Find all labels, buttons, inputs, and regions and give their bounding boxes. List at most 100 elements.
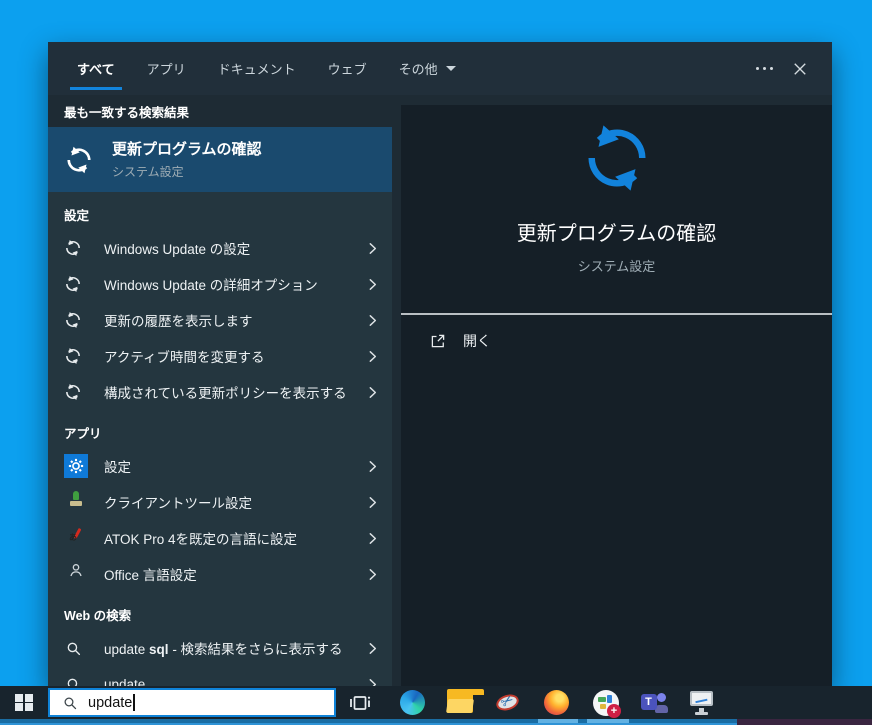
teams-icon: T xyxy=(640,691,668,715)
office-language-icon xyxy=(64,562,88,586)
tab-all-label: すべて xyxy=(77,62,115,77)
preview-title: 更新プログラムの確認 xyxy=(516,223,717,245)
preview-actions: 開く xyxy=(401,315,832,361)
search-icon xyxy=(64,639,82,657)
preview-card: 更新プログラムの確認 システム設定 開く xyxy=(401,105,832,686)
tab-more[interactable]: その他 xyxy=(386,42,469,95)
result-label: 更新の履歴を表示します xyxy=(104,314,253,329)
best-match-title: 更新プログラムの確認 xyxy=(112,140,262,158)
strip-purple-segment xyxy=(737,719,872,725)
settings-result-windows-update-advanced[interactable]: Windows Update の詳細オプション xyxy=(48,266,392,302)
taskbar-file-explorer-button[interactable] xyxy=(438,686,484,719)
chevron-right-icon xyxy=(365,641,380,656)
refresh-icon xyxy=(64,347,82,365)
taskbar-snipping-tool-button[interactable]: ✂ xyxy=(486,686,530,719)
tab-more-label: その他 xyxy=(398,62,438,77)
screen-bottom-strip xyxy=(0,719,872,725)
snipping-tool-icon: ✂ xyxy=(494,690,521,715)
tab-apps-label: アプリ xyxy=(146,62,186,77)
search-flyout-window: すべて アプリ ドキュメント ウェブ その他 最も一致する検索結果 更新プログラ… xyxy=(48,42,832,692)
app-result-office-language[interactable]: Office 言語設定 xyxy=(48,556,392,592)
task-view-icon xyxy=(348,691,372,715)
app-result-client-tools[interactable]: クライアントツール設定 xyxy=(48,484,392,520)
text-caret xyxy=(133,694,135,711)
tab-documents[interactable]: ドキュメント xyxy=(205,42,309,95)
taskbar-edge-button[interactable] xyxy=(390,686,434,719)
result-label: アクティブ時間を変更する xyxy=(104,350,265,365)
settings-result-active-hours[interactable]: アクティブ時間を変更する xyxy=(48,338,392,374)
refresh-icon xyxy=(64,383,82,401)
close-button[interactable] xyxy=(782,42,818,95)
open-external-icon xyxy=(429,332,447,350)
atok-icon: あ xyxy=(64,526,88,550)
open-action[interactable]: 開く xyxy=(401,321,832,361)
chevron-right-icon xyxy=(365,531,380,546)
taskbar-search-value: update xyxy=(88,694,133,711)
task-view-button[interactable] xyxy=(340,686,380,719)
settings-section-header: 設定 xyxy=(48,192,392,230)
chevron-down-icon xyxy=(445,66,456,71)
open-action-label: 開く xyxy=(463,333,491,349)
tab-apps[interactable]: アプリ xyxy=(134,42,199,95)
taskbar-firefox-button[interactable] xyxy=(534,686,578,719)
file-explorer-icon xyxy=(446,689,484,713)
result-label: update sql - 検索結果をさらに表示する xyxy=(104,642,343,657)
result-label: Office 言語設定 xyxy=(104,568,197,583)
result-label: 設定 xyxy=(104,460,131,475)
refresh-icon xyxy=(64,145,94,175)
edge-icon xyxy=(399,690,425,715)
web-section-header-label: Web の検索 xyxy=(64,609,132,623)
result-label: 構成されている更新ポリシーを表示する xyxy=(104,386,347,401)
refresh-icon xyxy=(64,275,82,293)
web-section-header: Web の検索 xyxy=(48,592,392,630)
settings-gear-icon xyxy=(64,454,88,478)
tab-documents-label: ドキュメント xyxy=(217,62,296,77)
taskbar-teams-button[interactable]: T xyxy=(632,686,676,719)
web-result-update-sql[interactable]: update sql - 検索結果をさらに表示する xyxy=(48,630,392,666)
collaboration-app-icon: + xyxy=(593,689,621,718)
app-result-atok[interactable]: あ ATOK Pro 4を既定の言語に設定 xyxy=(48,520,392,556)
preview-panel: 更新プログラムの確認 システム設定 開く xyxy=(392,95,832,686)
settings-result-update-policies[interactable]: 構成されている更新ポリシーを表示する xyxy=(48,374,392,410)
best-match-header: 最も一致する検索結果 xyxy=(48,95,392,127)
client-tools-icon xyxy=(64,490,88,514)
taskbar: update ✂ + T xyxy=(0,686,872,719)
system-monitor-icon xyxy=(689,690,715,715)
chevron-right-icon xyxy=(365,277,380,292)
best-match-result[interactable]: 更新プログラムの確認 システム設定 xyxy=(48,127,392,192)
chevron-right-icon xyxy=(365,313,380,328)
tabbar-spacer xyxy=(475,42,746,95)
more-options-button[interactable] xyxy=(746,42,782,95)
close-icon xyxy=(791,60,809,78)
preview-subtitle: システム設定 xyxy=(577,259,656,274)
chevron-right-icon xyxy=(365,495,380,510)
best-match-text: 更新プログラムの確認 システム設定 xyxy=(112,140,262,180)
search-filter-tabbar: すべて アプリ ドキュメント ウェブ その他 xyxy=(48,42,832,95)
chevron-right-icon xyxy=(365,459,380,474)
taskbar-search-input[interactable]: update xyxy=(48,688,336,717)
best-match-header-label: 最も一致する検索結果 xyxy=(64,105,190,120)
tab-web-label: ウェブ xyxy=(327,62,367,77)
more-options-icon xyxy=(755,67,773,70)
result-label: Windows Update の詳細オプション xyxy=(104,278,318,293)
chevron-right-icon xyxy=(365,241,380,256)
app-result-settings[interactable]: 設定 xyxy=(48,448,392,484)
result-label: ATOK Pro 4を既定の言語に設定 xyxy=(104,532,298,547)
tab-web[interactable]: ウェブ xyxy=(315,42,380,95)
settings-section-header-label: 設定 xyxy=(64,209,90,223)
chevron-right-icon xyxy=(365,385,380,400)
search-icon xyxy=(62,695,78,711)
refresh-icon xyxy=(580,121,654,195)
refresh-icon xyxy=(64,311,82,329)
best-match-subtitle: システム設定 xyxy=(112,164,184,179)
settings-result-windows-update-settings[interactable]: Windows Update の設定 xyxy=(48,230,392,266)
apps-section-header-label: アプリ xyxy=(64,427,102,441)
result-label: Windows Update の設定 xyxy=(104,242,251,257)
settings-result-update-history[interactable]: 更新の履歴を表示します xyxy=(48,302,392,338)
taskbar-collaboration-app-button[interactable]: + xyxy=(584,686,628,719)
refresh-icon xyxy=(64,239,82,257)
taskbar-system-monitor-button[interactable] xyxy=(680,686,724,719)
start-button[interactable] xyxy=(0,686,48,719)
tab-all[interactable]: すべて xyxy=(64,42,128,95)
results-panel: 最も一致する検索結果 更新プログラムの確認 システム設定 設定 Windows … xyxy=(48,95,392,692)
